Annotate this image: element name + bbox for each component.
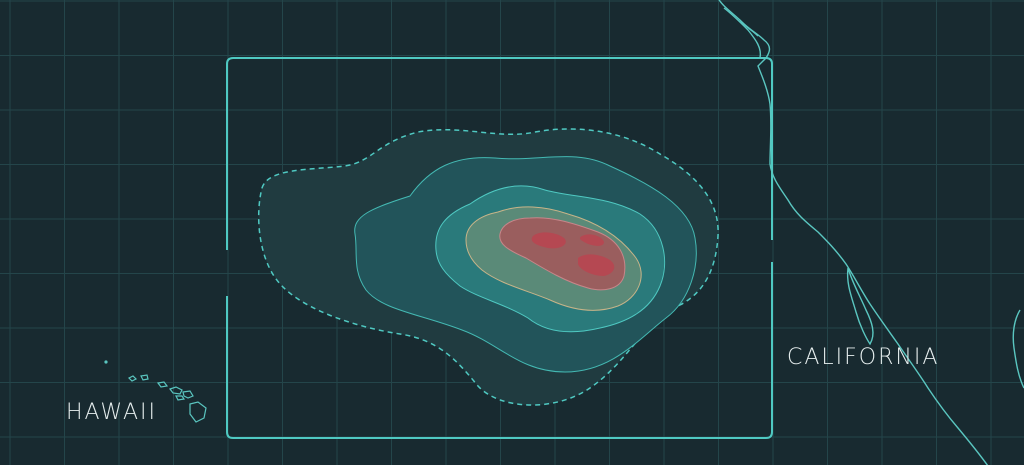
map-svg bbox=[0, 0, 1024, 465]
coastline bbox=[718, 0, 1024, 465]
california-label: CALIFORNIA bbox=[787, 345, 940, 370]
hawaii-label: HAWAII bbox=[66, 400, 157, 425]
density-contours bbox=[257, 128, 719, 406]
map-canvas[interactable]: HAWAII CALIFORNIA bbox=[0, 0, 1024, 465]
